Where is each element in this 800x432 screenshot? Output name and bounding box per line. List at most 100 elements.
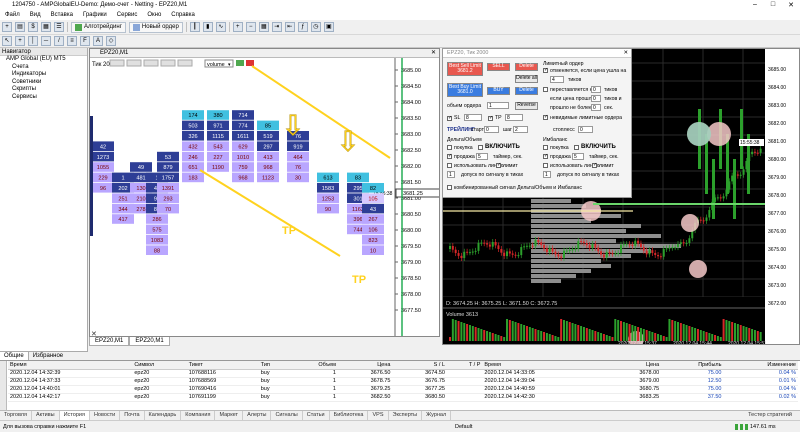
volume-input[interactable]: 1 — [487, 102, 509, 109]
toolbox-tab[interactable]: Журнал — [422, 411, 452, 420]
tp-checkbox[interactable] — [488, 115, 493, 121]
pending-cancel-input[interactable]: 4 — [550, 76, 564, 83]
shift-chart-icon[interactable]: ⇤ — [284, 22, 295, 32]
column-header[interactable]: Время — [8, 361, 133, 370]
pending-cancel-checkbox[interactable] — [543, 67, 548, 73]
sl-checkbox[interactable] — [447, 115, 452, 121]
delta-allow-input[interactable]: 1 — [447, 171, 455, 178]
delta-sell-checkbox[interactable] — [447, 153, 452, 159]
toolbox-tab[interactable]: Календарь — [145, 411, 182, 420]
navigator-item-broker[interactable]: AMP Global (EU) MT5 — [0, 56, 87, 64]
navigator-tab-common[interactable]: Общие — [0, 352, 29, 360]
toolbox-tab[interactable]: Торговля — [0, 411, 32, 420]
table-row[interactable]: 2020.12.04 14:32:39 epz20 107688116 buy 1 367… — [8, 369, 798, 378]
navigator-item-scripts[interactable]: Скрипты — [0, 86, 87, 94]
column-header[interactable]: Цена — [606, 361, 662, 370]
toolbox-tab[interactable]: Новости — [90, 411, 121, 420]
column-header[interactable]: Тип — [258, 361, 289, 370]
step-input[interactable]: 2 — [513, 126, 528, 133]
imb-sell-checkbox[interactable] — [543, 153, 548, 159]
channel-icon[interactable]: ≡ — [67, 36, 77, 46]
table-row[interactable]: 2020.12.04 14:37:33 epz20 107688569 buy 1 367… — [8, 377, 798, 386]
invisible-checkbox[interactable] — [543, 114, 548, 120]
navigator-item-services[interactable]: Сервисы — [0, 94, 87, 102]
market-watch-icon[interactable]: $ — [28, 22, 38, 32]
toolbox-tab[interactable]: Библиотека — [330, 411, 369, 420]
toolbox-tab[interactable]: Эксперты — [389, 411, 423, 420]
menu-insert[interactable]: Вставка — [46, 12, 78, 18]
column-header[interactable]: Символ — [132, 361, 187, 370]
profiles-icon[interactable]: ▤ — [15, 22, 25, 32]
imb-enable-checkbox[interactable] — [574, 145, 579, 150]
column-header[interactable]: Тикет — [186, 361, 259, 370]
menu-file[interactable]: Файл — [0, 12, 25, 18]
navigator-item-accounts[interactable]: Счета — [0, 64, 87, 72]
zoom-out-icon[interactable]: − — [245, 22, 256, 32]
pending-move-input[interactable]: 0 — [591, 86, 601, 93]
indicators-icon[interactable]: ƒ — [297, 22, 308, 32]
data-window-icon[interactable]: ▦ — [41, 22, 51, 32]
best-sell-button[interactable]: Best Sell Limit 3681.2 — [447, 62, 483, 76]
menu-window[interactable]: Окно — [142, 12, 166, 18]
combined-signal-checkbox[interactable] — [447, 185, 452, 190]
toolbox-tab[interactable]: Маркет — [215, 411, 244, 420]
tile-windows-icon[interactable]: ▦ — [258, 22, 269, 32]
pending-price-input[interactable]: 0 — [591, 95, 601, 102]
candles-icon[interactable]: ▮ — [202, 22, 213, 32]
minimize-icon[interactable]: – — [746, 1, 764, 9]
column-header[interactable]: T / P — [446, 361, 483, 370]
column-header[interactable]: S / L — [392, 361, 447, 370]
buy-button[interactable]: BUY — [487, 87, 510, 95]
delete-all-button[interactable]: Delete all — [515, 75, 538, 83]
periods-icon[interactable]: ◷ — [310, 22, 321, 32]
delta-line-checkbox[interactable] — [447, 163, 452, 168]
new-order-button[interactable]: Новый ордер — [128, 21, 183, 33]
menu-help[interactable]: Справка — [166, 12, 200, 18]
line-chart-icon[interactable]: ∿ — [215, 22, 226, 32]
toolbox-tab[interactable]: VPS — [368, 411, 389, 420]
footprint-chart-window[interactable]: EPZ20,M1 ✕ Тик 2000 volume ▾ 3685.00 3684.50 3… — [89, 48, 440, 337]
bar-chart-icon[interactable]: ┃ — [189, 22, 200, 32]
maximize-icon[interactable]: □ — [764, 1, 782, 9]
delta-limit-checkbox[interactable] — [496, 162, 501, 168]
toolbox-tab[interactable]: Статьи — [303, 411, 330, 420]
column-header[interactable]: Изменение — [723, 361, 798, 370]
new-chart-icon[interactable]: + — [2, 22, 12, 32]
chart-tab-2[interactable]: EPZ20,M1 — [129, 337, 170, 346]
sl-input[interactable]: 8 — [464, 114, 482, 121]
chart-close-icon[interactable]: ✕ — [431, 49, 436, 57]
shapes-icon[interactable]: ◇ — [106, 36, 116, 46]
navigator-item-experts[interactable]: Советники — [0, 79, 87, 87]
close-icon[interactable]: ✕ — [782, 1, 800, 9]
table-row[interactable]: 2020.12.04 14:40:01 epz20 107690416 buy 1 367… — [8, 385, 798, 394]
pending-move-checkbox[interactable] — [543, 87, 548, 92]
toolbox-tab[interactable]: Алерты — [243, 411, 272, 420]
delta-enable-checkbox[interactable] — [478, 145, 483, 150]
toolbox-tab[interactable]: Компания — [181, 411, 216, 420]
trendline-icon[interactable]: / — [54, 36, 64, 46]
scroll-end-icon[interactable]: ⇥ — [271, 22, 282, 32]
column-header[interactable]: Время — [482, 361, 607, 370]
chart-tab-1[interactable]: EPZ20,M1 — [89, 337, 130, 346]
delta-buy-checkbox[interactable] — [447, 145, 452, 150]
toolbox-tab[interactable]: Почта — [120, 411, 145, 420]
column-header[interactable]: Прибыль — [661, 361, 724, 370]
toolbox-tab[interactable]: Активы — [32, 411, 60, 420]
sell-button[interactable]: SELL — [487, 63, 510, 71]
imb-line-checkbox[interactable] — [543, 163, 548, 168]
delete-buy-button[interactable]: Delete — [515, 87, 538, 95]
imb-allow-input[interactable]: 1 — [543, 171, 551, 178]
algo-trading-button[interactable]: Алготрейдинг — [71, 21, 126, 33]
imb-timer-input[interactable]: 5 — [572, 153, 584, 160]
footprint-chart[interactable]: Тик 2000 volume ▾3685.003684.503684.003683… — [90, 58, 440, 337]
menu-view[interactable]: Вид — [25, 12, 46, 18]
table-row[interactable]: 2020.12.04 14:42:17 epz20 107691199 buy 1 368… — [8, 393, 798, 402]
zoom-in-icon[interactable]: + — [232, 22, 243, 32]
vertical-line-icon[interactable]: │ — [28, 36, 38, 46]
fibonacci-icon[interactable]: F — [80, 36, 90, 46]
cursor-icon[interactable]: ↖ — [2, 36, 12, 46]
delete-sell-button[interactable]: Delete — [515, 63, 538, 71]
column-header[interactable]: Объем — [288, 361, 338, 370]
delta-timer-input[interactable]: 5 — [476, 153, 488, 160]
navigator-tab-favorites[interactable]: Избранное — [29, 352, 67, 360]
